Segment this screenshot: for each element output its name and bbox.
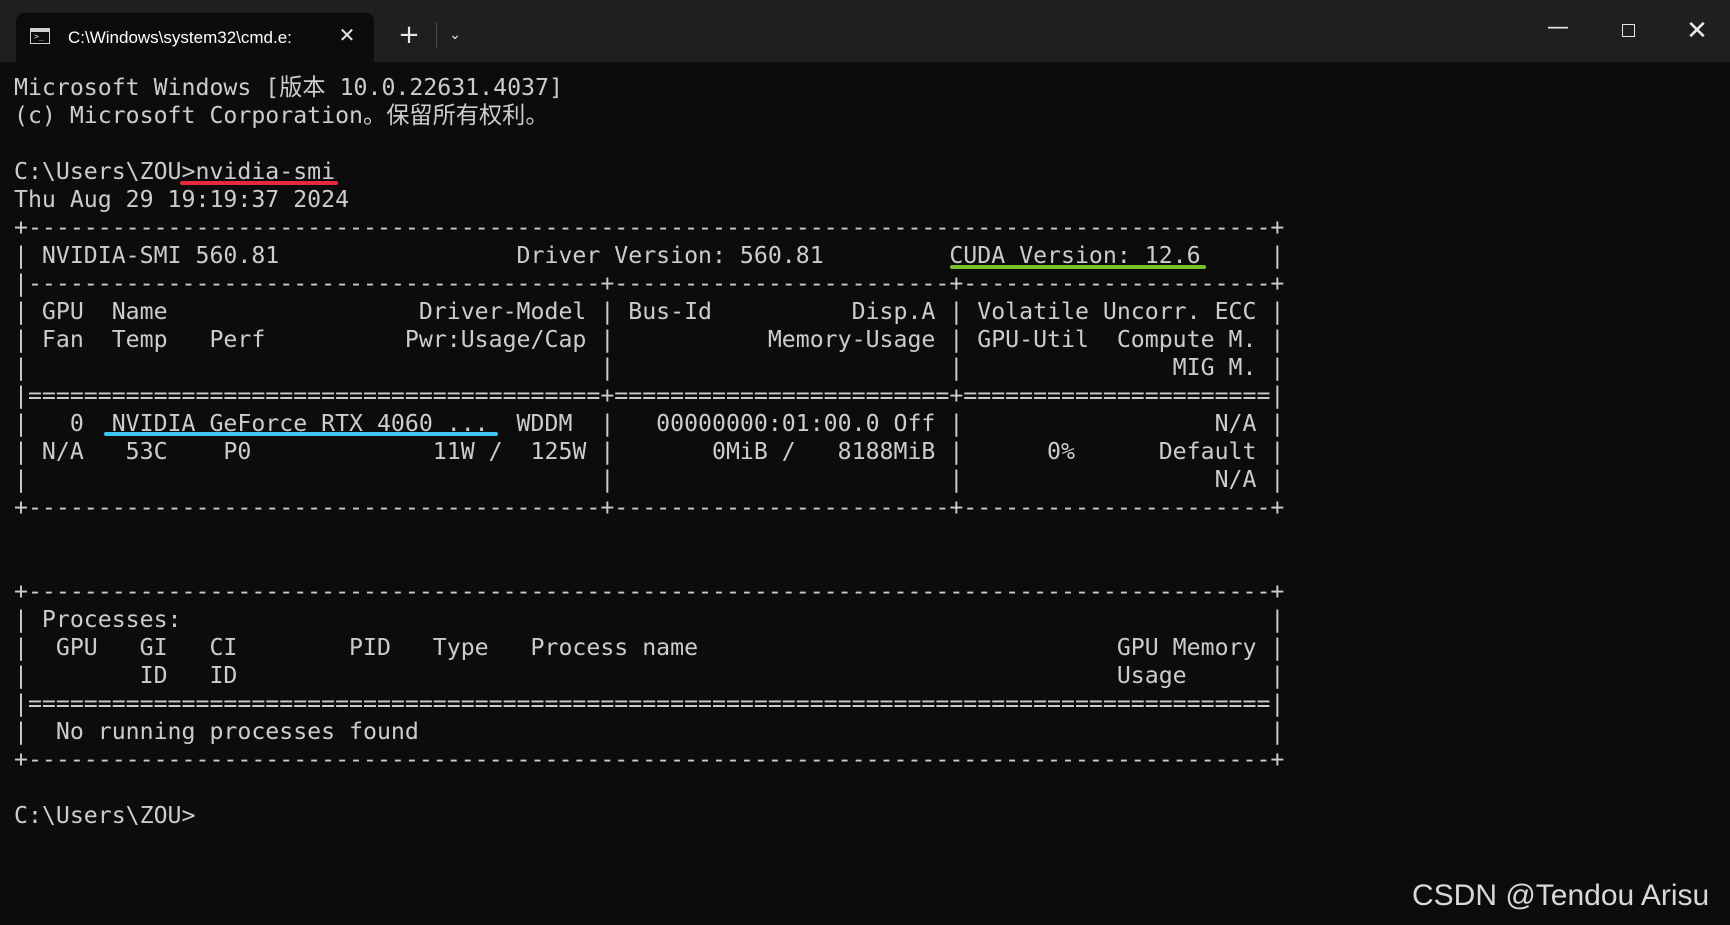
titlebar-divider: [436, 22, 437, 48]
terminal-line: | ID ID Usage |: [14, 662, 1285, 689]
terminal-icon: >_: [30, 28, 50, 44]
terminal-line: +---------------------------------------…: [14, 746, 1285, 773]
terminal-line: |=======================================…: [14, 690, 1285, 717]
chevron-down-icon[interactable]: ⌄: [440, 17, 470, 53]
maximize-icon: [1622, 24, 1635, 37]
close-tab-icon[interactable]: ✕: [334, 23, 360, 49]
terminal-line: | | | MIG M. |: [14, 354, 1285, 381]
terminal-line: Microsoft Windows [版本 10.0.22631.4037]: [14, 74, 563, 101]
terminal-icon-glyph: >_: [34, 32, 44, 41]
new-tab-button[interactable]: +: [392, 17, 426, 53]
cuda-version-underline: [950, 265, 1206, 269]
terminal-line: (c) Microsoft Corporation。保留所有权利。: [14, 102, 549, 129]
tab-title: C:\Windows\system32\cmd.e:: [68, 28, 292, 47]
terminal-line: | Fan Temp Perf Pwr:Usage/Cap | Memory-U…: [14, 326, 1285, 353]
close-window-button[interactable]: ✕: [1675, 8, 1719, 54]
watermark: CSDN @Tendou Arisu: [1412, 879, 1710, 912]
command-underline: [180, 181, 338, 185]
terminal-line: | NVIDIA-SMI 560.81 Driver Version: 560.…: [14, 242, 1285, 269]
terminal-line: |---------------------------------------…: [14, 270, 1285, 297]
minimize-button[interactable]: —: [1536, 8, 1580, 54]
terminal-line: +---------------------------------------…: [14, 214, 1285, 241]
terminal-line: | GPU Name Driver-Model | Bus-Id Disp.A …: [14, 298, 1285, 325]
terminal-line: | | | N/A |: [14, 466, 1285, 493]
terminal-line: C:\Users\ZOU>: [14, 802, 196, 829]
title-bar: >_ C:\Windows\system32\cmd.e: ✕ + ⌄ — ✕: [0, 0, 1730, 62]
terminal-line: |=======================================…: [14, 382, 1285, 409]
terminal-line: | GPU GI CI PID Type Process name GPU Me…: [14, 634, 1285, 661]
terminal-line: Thu Aug 29 19:19:37 2024: [14, 186, 350, 213]
terminal-line: +---------------------------------------…: [14, 494, 1285, 521]
tab-cmd[interactable]: >_ C:\Windows\system32\cmd.e: ✕: [16, 13, 374, 62]
terminal-line: +---------------------------------------…: [14, 578, 1285, 605]
gpu-name-underline: [104, 432, 498, 436]
maximize-button[interactable]: [1606, 8, 1650, 54]
terminal-window: >_ C:\Windows\system32\cmd.e: ✕ + ⌄ — ✕ …: [0, 0, 1730, 925]
terminal-output[interactable]: Microsoft Windows [版本 10.0.22631.4037] (c…: [14, 74, 1714, 830]
terminal-line: | No running processes found |: [14, 718, 1285, 745]
terminal-line: | N/A 53C P0 11W / 125W | 0MiB / 8188MiB…: [14, 438, 1285, 465]
terminal-line: | Processes: |: [14, 606, 1285, 633]
